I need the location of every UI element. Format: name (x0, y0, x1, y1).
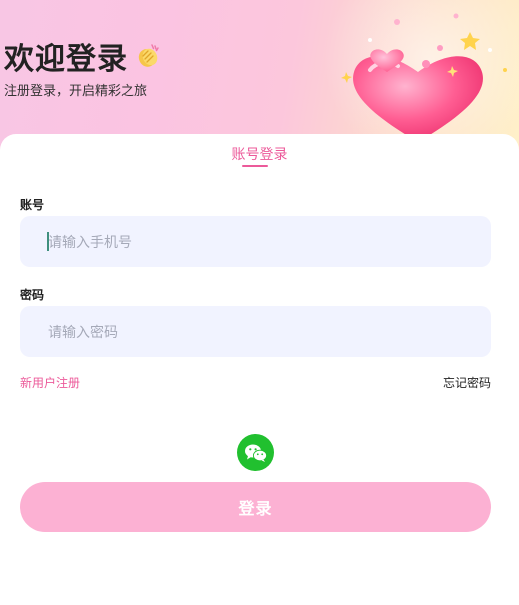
phone-input[interactable]: 请输入手机号 (20, 216, 491, 267)
account-label: 账号 (20, 198, 45, 212)
clapping-hands-icon (134, 42, 162, 70)
phone-input-placeholder: 请输入手机号 (48, 234, 132, 251)
password-input[interactable]: 请输入密码 (20, 306, 491, 357)
wechat-login-button[interactable] (237, 434, 274, 471)
page-title-text: 欢迎登录 (4, 42, 128, 77)
tab-account-login[interactable]: 账号登录 (0, 144, 519, 164)
login-card: 账号登录 账号 请输入手机号 密码 请输入密码 新用户注册 忘记密码 登录 (0, 134, 519, 605)
password-label: 密码 (20, 288, 45, 302)
page-title: 欢迎登录 (4, 34, 162, 78)
register-link[interactable]: 新用户注册 (20, 374, 80, 391)
tab-active-indicator (242, 165, 268, 167)
password-input-placeholder: 请输入密码 (48, 324, 118, 341)
wechat-icon (244, 444, 267, 462)
hearts-decoration-icon (341, 13, 507, 142)
forgot-password-link[interactable]: 忘记密码 (443, 374, 491, 391)
login-button[interactable]: 登录 (20, 482, 491, 532)
page-subtitle: 注册登录，开启精彩之旅 (4, 84, 148, 99)
text-caret (47, 232, 49, 251)
